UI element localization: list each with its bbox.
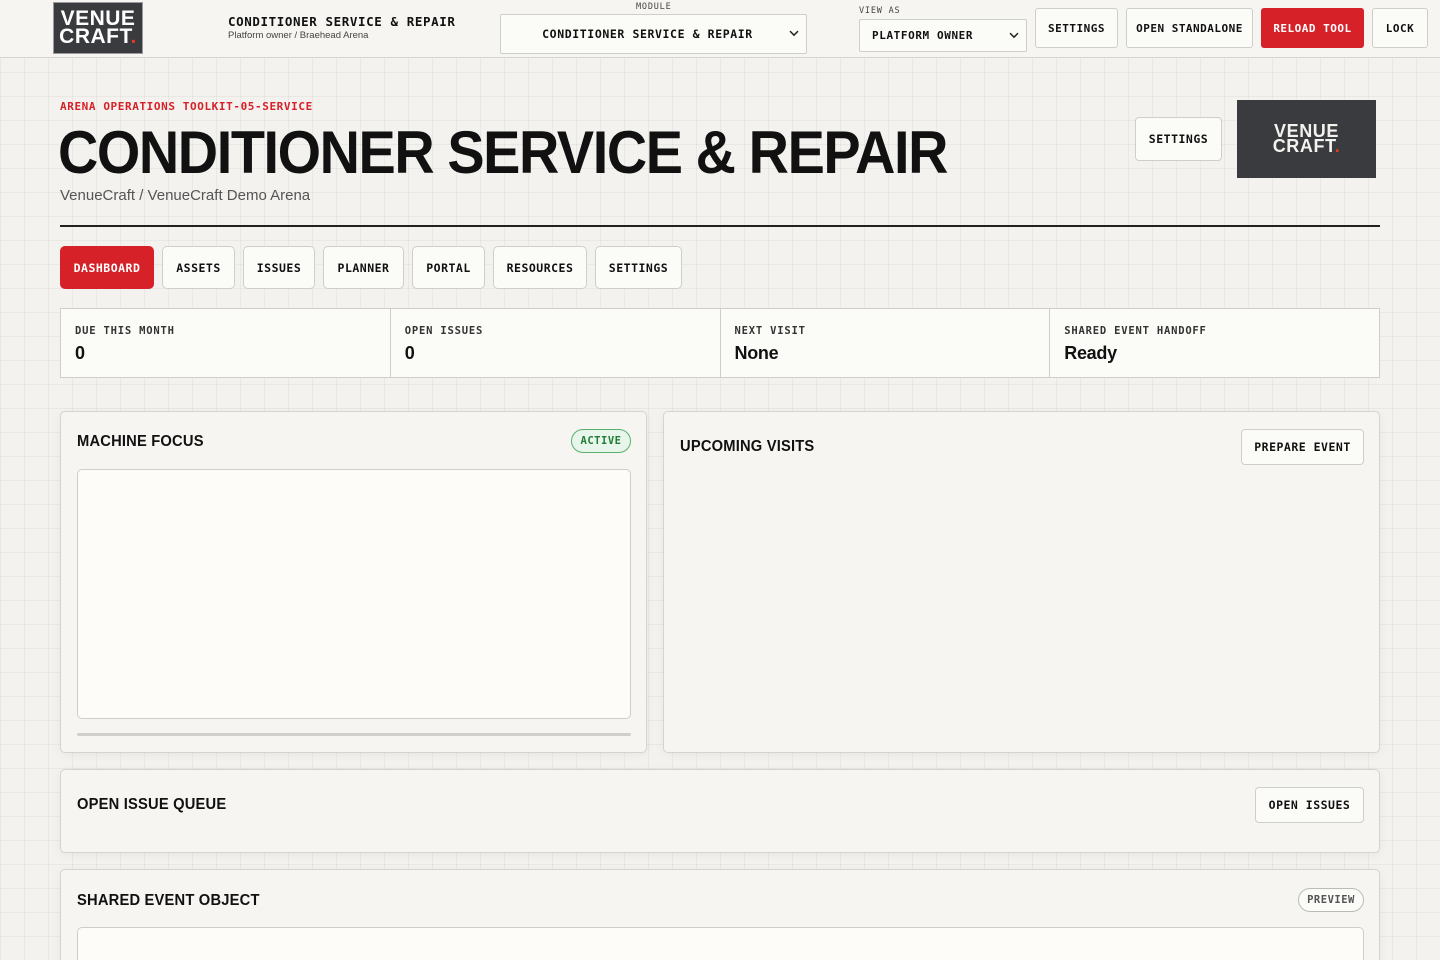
- stats-strip: DUE THIS MONTH 0 OPEN ISSUES 0 NEXT VISI…: [60, 308, 1380, 378]
- active-badge: ACTIVE: [571, 429, 631, 453]
- tab-portal[interactable]: PORTAL: [412, 246, 485, 289]
- page-eyebrow: ARENA OPERATIONS TOOLKIT-05-SERVICE: [60, 100, 313, 113]
- app-subtitle: Platform owner / Braehead Arena: [228, 30, 369, 41]
- stat-value: Ready: [1064, 343, 1117, 363]
- open-issues-button[interactable]: OPEN ISSUES: [1255, 787, 1364, 823]
- topbar-settings-button[interactable]: SETTINGS: [1035, 8, 1118, 48]
- tab-settings[interactable]: SETTINGS: [595, 246, 682, 289]
- stat-value: 0: [404, 343, 415, 363]
- view-as-select-value: PLATFORM OWNER: [872, 29, 974, 42]
- panel-title: OPEN ISSUE QUEUE: [77, 796, 227, 813]
- module-select-value: CONDITIONER SERVICE & REPAIR: [542, 27, 753, 41]
- stat-value: 0: [75, 343, 85, 363]
- top-bar: VENUE CRAFT. CONDITIONER SERVICE & REPAI…: [0, 0, 1440, 58]
- open-issue-queue-panel: OPEN ISSUE QUEUE OPEN ISSUES: [60, 769, 1380, 853]
- panel-title: UPCOMING VISITS: [680, 438, 815, 455]
- stat-label: DUE THIS MONTH: [75, 325, 175, 337]
- machine-focus-progress: [77, 733, 631, 736]
- stat-label: SHARED EVENT HANDOFF: [1064, 325, 1207, 337]
- upcoming-visits-panel: UPCOMING VISITS PREPARE EVENT: [663, 411, 1380, 753]
- tab-planner[interactable]: PLANNER: [323, 246, 404, 289]
- stat-label: OPEN ISSUES: [404, 325, 484, 337]
- open-standalone-button[interactable]: OPEN STANDALONE: [1126, 8, 1253, 48]
- chevron-down-icon: [1009, 32, 1019, 38]
- logo-line-2: CRAFT.: [59, 25, 137, 48]
- stat-value: None: [734, 343, 779, 363]
- module-label: MODULE: [636, 2, 672, 12]
- stat-open-issues: OPEN ISSUES 0: [391, 309, 721, 377]
- panel-title: MACHINE FOCUS: [77, 433, 204, 450]
- stat-label: NEXT VISIT: [734, 325, 806, 337]
- page-subtitle: VenueCraft / VenueCraft Demo Arena: [60, 187, 311, 204]
- chevron-down-icon: [789, 30, 799, 37]
- preview-badge: PREVIEW: [1298, 888, 1364, 912]
- stat-shared-event-handoff: SHARED EVENT HANDOFF Ready: [1050, 309, 1379, 377]
- machine-focus-panel: MACHINE FOCUS ACTIVE: [60, 411, 647, 753]
- shared-event-object-panel: SHARED EVENT OBJECT PREVIEW: [60, 869, 1380, 960]
- machine-focus-view: [77, 469, 631, 719]
- stat-due-this-month: DUE THIS MONTH 0: [61, 309, 391, 377]
- venuecraft-logo[interactable]: VENUE CRAFT.: [53, 2, 143, 54]
- lock-button[interactable]: LOCK: [1372, 8, 1428, 48]
- tab-dashboard[interactable]: DASHBOARD: [60, 246, 154, 289]
- prepare-event-button[interactable]: PREPARE EVENT: [1241, 429, 1364, 465]
- panel-title: SHARED EVENT OBJECT: [77, 892, 260, 909]
- shared-event-object-view: [77, 927, 1364, 960]
- page-title: CONDITIONER SERVICE & REPAIR: [58, 119, 948, 186]
- view-as-label: VIEW AS: [859, 6, 901, 16]
- reload-tool-button[interactable]: RELOAD TOOL: [1261, 8, 1364, 48]
- view-as-select[interactable]: PLATFORM OWNER: [859, 19, 1027, 52]
- app-title: CONDITIONER SERVICE & REPAIR: [228, 14, 456, 29]
- tab-issues[interactable]: ISSUES: [243, 246, 315, 289]
- logo-line-2: CRAFT.: [1272, 136, 1341, 156]
- module-select[interactable]: CONDITIONER SERVICE & REPAIR: [500, 14, 807, 54]
- tab-assets[interactable]: ASSETS: [162, 246, 235, 289]
- header-settings-button[interactable]: SETTINGS: [1135, 117, 1222, 161]
- stat-next-visit: NEXT VISIT None: [721, 309, 1051, 377]
- tab-resources[interactable]: RESOURCES: [493, 246, 587, 289]
- header-divider: [60, 225, 1380, 227]
- venuecraft-logo-large: VENUE CRAFT.: [1237, 100, 1376, 178]
